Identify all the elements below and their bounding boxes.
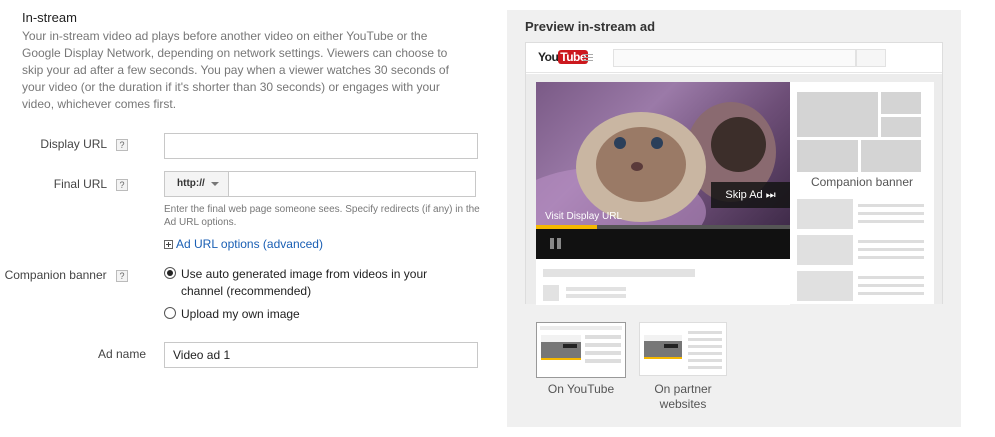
ad-name-input[interactable] <box>165 343 477 367</box>
final-url-hint: Enter the final web page someone sees. S… <box>164 204 480 228</box>
youtube-logo-you: You <box>538 50 559 64</box>
help-icon[interactable]: ? <box>116 179 128 191</box>
companion-banner-caption: Companion banner <box>810 175 914 189</box>
radio-upload-own[interactable] <box>164 307 176 319</box>
thumb-on-partner-websites[interactable] <box>639 322 727 376</box>
help-icon[interactable]: ? <box>116 139 128 151</box>
preview-panel: Preview in-stream ad You Tube Skip Ad ⏭ V… <box>507 10 961 427</box>
skip-ad-button[interactable]: Skip Ad ⏭ <box>711 182 790 208</box>
ad-name-label: Ad name <box>97 347 146 361</box>
youtube-header: You Tube <box>526 43 942 73</box>
video-controls <box>536 229 790 259</box>
youtube-mock-frame: You Tube Skip Ad ⏭ Visit Display URL Com… <box>525 42 943 305</box>
ad-url-options-link[interactable]: Ad URL options (advanced) <box>164 237 323 251</box>
thumb-on-youtube[interactable] <box>536 322 626 378</box>
radio-auto-generated[interactable] <box>164 267 176 279</box>
display-url-field[interactable] <box>164 133 478 159</box>
protocol-select[interactable]: http:// <box>165 172 229 196</box>
expand-plus-icon <box>164 240 173 249</box>
youtube-logo: You Tube <box>538 50 589 64</box>
preview-title: Preview in-stream ad <box>525 19 656 34</box>
companion-banner-label: Companion banner ? <box>0 268 128 282</box>
final-url-label: Final URL ? <box>0 177 128 191</box>
section-title: In-stream <box>22 10 77 25</box>
ad-name-field[interactable] <box>164 342 478 368</box>
protocol-value: http:// <box>177 178 205 189</box>
youtube-search-bar <box>613 49 856 67</box>
final-url-label-text: Final URL <box>53 177 107 191</box>
ad-url-options-text: Ad URL options (advanced) <box>176 237 323 251</box>
final-url-input[interactable] <box>229 172 475 196</box>
display-url-label-text: Display URL <box>40 137 107 151</box>
final-url-field: http:// <box>164 171 476 197</box>
radio-upload-own-label[interactable]: Upload my own image <box>181 306 300 323</box>
chevron-down-icon <box>211 182 219 186</box>
thumb-on-youtube-label[interactable]: On YouTube <box>536 382 626 397</box>
thumb-on-partner-websites-label[interactable]: On partner websites <box>639 382 727 412</box>
hamburger-icon <box>583 54 593 63</box>
help-icon[interactable]: ? <box>116 270 128 282</box>
video-info-placeholder <box>536 259 790 305</box>
pause-icon-bar <box>557 238 561 249</box>
youtube-sidebar: Companion banner <box>790 82 934 304</box>
radio-auto-generated-label[interactable]: Use auto generated image from videos in … <box>181 266 451 300</box>
pause-icon <box>550 238 554 249</box>
display-url-label: Display URL ? <box>0 137 128 151</box>
video-player: Skip Ad ⏭ Visit Display URL <box>536 82 790 229</box>
display-url-input[interactable] <box>165 134 477 158</box>
section-description: Your in-stream video ad plays before ano… <box>22 29 449 111</box>
visit-display-url: Visit Display URL <box>545 211 623 222</box>
youtube-search-button <box>856 49 886 67</box>
companion-banner-label-text: Companion banner <box>4 268 107 282</box>
